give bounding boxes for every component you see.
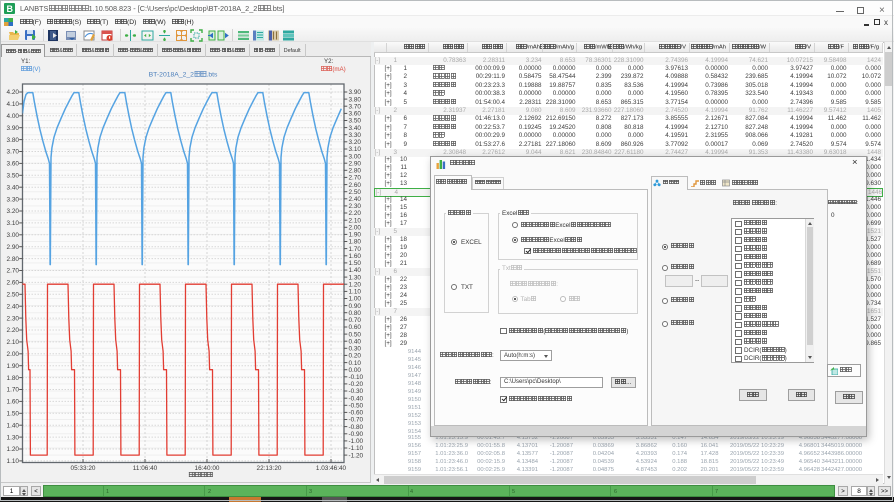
svg-text:-0.30: -0.30: [349, 388, 364, 395]
svg-text:0.40: 0.40: [349, 338, 362, 345]
svg-text:2.70: 2.70: [349, 175, 362, 182]
svg-text:2.90: 2.90: [349, 160, 362, 167]
svg-text:4.20: 4.20: [7, 89, 20, 96]
svg-text:05:33:20: 05:33:20: [71, 465, 96, 472]
svg-text:0.80: 0.80: [349, 310, 362, 317]
svg-text:1.90: 1.90: [7, 363, 20, 370]
svg-text:2.60: 2.60: [349, 182, 362, 189]
svg-text:3.90: 3.90: [7, 125, 20, 132]
svg-text:3.20: 3.20: [349, 139, 362, 146]
svg-text:3.50: 3.50: [349, 118, 362, 125]
svg-text:3.00: 3.00: [7, 232, 20, 239]
svg-text:3.30: 3.30: [7, 196, 20, 203]
svg-text:-0.60: -0.60: [349, 410, 364, 417]
svg-text:0.50: 0.50: [349, 331, 362, 338]
svg-text:1.00: 1.00: [349, 296, 362, 303]
svg-text:2.30: 2.30: [349, 203, 362, 210]
svg-text:2.00: 2.00: [349, 225, 362, 232]
svg-text:0.70: 0.70: [349, 317, 362, 324]
svg-text:1.80: 1.80: [7, 375, 20, 382]
svg-text:3.60: 3.60: [349, 111, 362, 118]
svg-text:1.80: 1.80: [349, 239, 362, 246]
svg-text:2.40: 2.40: [349, 196, 362, 203]
svg-text:3.30: 3.30: [349, 132, 362, 139]
svg-text:2.60: 2.60: [7, 280, 20, 287]
svg-text:3.70: 3.70: [7, 149, 20, 156]
svg-text:3.60: 3.60: [7, 161, 20, 168]
svg-text:3.20: 3.20: [7, 208, 20, 215]
svg-text:3.90: 3.90: [349, 89, 362, 96]
svg-text:1.30: 1.30: [7, 434, 20, 441]
svg-text:22:13:20: 22:13:20: [257, 465, 282, 472]
svg-text:2.80: 2.80: [349, 168, 362, 175]
svg-text:-0.40: -0.40: [349, 395, 364, 402]
svg-text:1.40: 1.40: [7, 422, 20, 429]
svg-text:-1.10: -1.10: [349, 445, 364, 452]
svg-text:-0.10: -0.10: [349, 374, 364, 381]
svg-text:1.50: 1.50: [7, 411, 20, 418]
svg-text:3.10: 3.10: [7, 220, 20, 227]
svg-text:-1.20: -1.20: [349, 452, 364, 459]
svg-text:0.10: 0.10: [349, 360, 362, 367]
svg-text:0.90: 0.90: [349, 303, 362, 310]
svg-text:1.20: 1.20: [7, 446, 20, 453]
svg-text:-0.90: -0.90: [349, 431, 364, 438]
svg-text:3.00: 3.00: [349, 153, 362, 160]
svg-text:3.70: 3.70: [349, 103, 362, 110]
svg-text:1.70: 1.70: [7, 387, 20, 394]
svg-text:3.80: 3.80: [7, 137, 20, 144]
svg-text:1.90: 1.90: [349, 232, 362, 239]
svg-text:4.10: 4.10: [7, 101, 20, 108]
svg-text:2.10: 2.10: [349, 217, 362, 224]
svg-text:1.40: 1.40: [349, 267, 362, 274]
svg-text:3.80: 3.80: [349, 96, 362, 103]
svg-text:2.50: 2.50: [7, 292, 20, 299]
svg-text:2.10: 2.10: [7, 339, 20, 346]
svg-text:2.30: 2.30: [7, 315, 20, 322]
svg-text:2.70: 2.70: [7, 268, 20, 275]
svg-text:1.20: 1.20: [349, 281, 362, 288]
svg-text:2.40: 2.40: [7, 303, 20, 310]
svg-text:2.50: 2.50: [349, 189, 362, 196]
svg-text:2.00: 2.00: [7, 351, 20, 358]
svg-text:1.10: 1.10: [7, 458, 20, 465]
svg-text:1.03:46:40: 1.03:46:40: [316, 465, 347, 472]
svg-text:1.10: 1.10: [349, 289, 362, 296]
svg-text:1.50: 1.50: [349, 260, 362, 267]
svg-text:2.90: 2.90: [7, 244, 20, 251]
svg-text:2.80: 2.80: [7, 256, 20, 263]
svg-text:-0.70: -0.70: [349, 417, 364, 424]
svg-text:3.10: 3.10: [349, 146, 362, 153]
svg-text:0.60: 0.60: [349, 324, 362, 331]
svg-text:-0.50: -0.50: [349, 403, 364, 410]
svg-text:0.20: 0.20: [349, 353, 362, 360]
svg-text:2.20: 2.20: [349, 210, 362, 217]
svg-text:3.40: 3.40: [349, 125, 362, 132]
svg-text:1.70: 1.70: [349, 246, 362, 253]
svg-text:3.40: 3.40: [7, 184, 20, 191]
svg-text:11:06:40: 11:06:40: [133, 465, 158, 472]
svg-text:2.20: 2.20: [7, 327, 20, 334]
svg-text:3.50: 3.50: [7, 173, 20, 180]
svg-text:-0.80: -0.80: [349, 424, 364, 431]
svg-text:4.00: 4.00: [7, 113, 20, 120]
svg-text:1.30: 1.30: [349, 274, 362, 281]
svg-text:1.60: 1.60: [349, 253, 362, 260]
svg-text:0.30: 0.30: [349, 346, 362, 353]
svg-text:0.00: 0.00: [349, 367, 362, 374]
svg-text:-0.20: -0.20: [349, 381, 364, 388]
svg-text:-1.00: -1.00: [349, 438, 364, 445]
svg-text:1.60: 1.60: [7, 399, 20, 406]
